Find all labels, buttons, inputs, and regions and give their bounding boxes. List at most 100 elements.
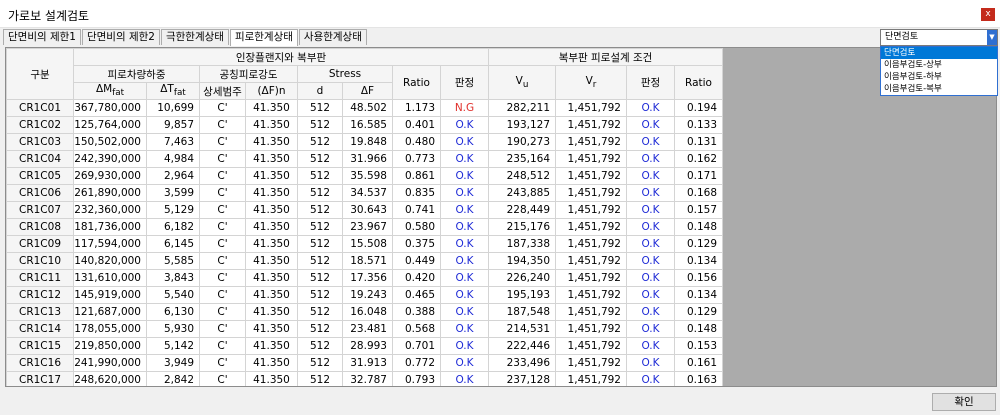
table-row[interactable]: CR1C09 117,594,000 6,145 C' 41.350 512 15.508 0… — [6, 235, 723, 253]
table-cell: 19.243 — [342, 286, 393, 304]
row-id-cell: CR1C17 — [6, 371, 74, 386]
table-cell: 5,129 — [146, 201, 200, 219]
table-cell: C' — [199, 320, 246, 338]
header-d: d — [297, 82, 343, 100]
table-cell: 233,496 — [488, 354, 556, 372]
dropdown-option[interactable]: 단면검토 — [881, 47, 997, 59]
table-cell: 48.502 — [342, 99, 393, 117]
table-cell: 16.048 — [342, 303, 393, 321]
table-row[interactable]: CR1C02 125,764,000 9,857 C' 41.350 512 16.585 0… — [6, 116, 723, 134]
table-cell: 1.173 — [392, 99, 441, 117]
table-cell: 1,451,792 — [555, 337, 627, 355]
dropdown-option[interactable]: 이음부검토-복부 — [881, 83, 997, 95]
table-cell: 140,820,000 — [73, 252, 147, 270]
table-cell: 1,451,792 — [555, 133, 627, 151]
table-cell: O.K — [440, 150, 489, 168]
table-cell: 7,463 — [146, 133, 200, 151]
close-button[interactable]: x — [981, 8, 995, 21]
fatigue-grid[interactable]: 구분 인장플랜지와 복부판 복부판 피로설계 조건 피로차량하중 공칭피로강도 … — [5, 47, 997, 387]
table-cell: 228,449 — [488, 201, 556, 219]
table-cell: 269,930,000 — [73, 167, 147, 185]
header-ratio: Ratio — [392, 65, 441, 100]
tab-service-limit[interactable]: 사용한계상태 — [298, 29, 367, 45]
table-cell: 41.350 — [245, 320, 298, 338]
table-cell: 125,764,000 — [73, 116, 147, 134]
table-cell: 41.350 — [245, 286, 298, 304]
header-delta-t: ΔTfat — [146, 82, 200, 100]
header-ratio-2: Ratio — [674, 65, 723, 100]
dropdown-option[interactable]: 이음부검토-상부 — [881, 59, 997, 71]
table-cell: 512 — [297, 269, 343, 287]
table-cell: O.K — [626, 269, 675, 287]
header-web-fatigue: 복부판 피로설계 조건 — [488, 48, 723, 66]
table-row[interactable]: CR1C11 131,610,000 3,843 C' 41.350 512 17.356 0… — [6, 269, 723, 287]
table-cell: O.K — [626, 201, 675, 219]
table-cell: 2,964 — [146, 167, 200, 185]
chevron-down-icon[interactable]: ▼ — [987, 30, 997, 45]
table-row[interactable]: CR1C08 181,736,000 6,182 C' 41.350 512 23.967 0… — [6, 218, 723, 236]
table-row[interactable]: CR1C04 242,390,000 4,984 C' 41.350 512 31.966 0… — [6, 150, 723, 168]
table-row[interactable]: CR1C15 219,850,000 5,142 C' 41.350 512 28.993 0… — [6, 337, 723, 355]
table-cell: 41.350 — [245, 371, 298, 386]
tab-section-ratio-2[interactable]: 단면비의 제한2 — [81, 29, 160, 45]
review-type-value: 단면검토 — [885, 32, 919, 42]
title-bar: 가로보 설계검토 x — [0, 0, 1000, 28]
table-cell: 0.163 — [674, 371, 723, 386]
table-cell: 150,502,000 — [73, 133, 147, 151]
header-delta-fn: (ΔF)n — [245, 82, 298, 100]
table-cell: O.K — [626, 320, 675, 338]
tab-fatigue-limit[interactable]: 피로한계상태 — [229, 29, 298, 46]
row-id-cell: CR1C14 — [6, 320, 74, 338]
table-cell: C' — [199, 286, 246, 304]
table-cell: O.K — [626, 286, 675, 304]
table-row[interactable]: CR1C12 145,919,000 5,540 C' 41.350 512 19.243 0… — [6, 286, 723, 304]
header-fatigue-load: 피로차량하중 — [73, 65, 200, 83]
table-cell: C' — [199, 99, 246, 117]
table-row[interactable]: CR1C10 140,820,000 5,585 C' 41.350 512 18.571 0… — [6, 252, 723, 270]
table-cell: C' — [199, 235, 246, 253]
row-id-cell: CR1C11 — [6, 269, 74, 287]
table-cell: O.K — [626, 303, 675, 321]
table-cell: C' — [199, 303, 246, 321]
table-row[interactable]: CR1C07 232,360,000 5,129 C' 41.350 512 30.643 0… — [6, 201, 723, 219]
header-vu: Vu — [488, 65, 556, 100]
table-row[interactable]: CR1C01 367,780,000 10,699 C' 41.350 512 48.502… — [6, 99, 723, 117]
table-cell: 1,451,792 — [555, 235, 627, 253]
table-cell: 512 — [297, 184, 343, 202]
table-cell: 0.741 — [392, 201, 441, 219]
table-cell: 16.585 — [342, 116, 393, 134]
table-cell: C' — [199, 167, 246, 185]
table-row[interactable]: CR1C17 248,620,000 2,842 C' 41.350 512 32.787 0… — [6, 371, 723, 386]
table-cell: O.K — [440, 371, 489, 386]
table-row[interactable]: CR1C03 150,502,000 7,463 C' 41.350 512 19.848 0… — [6, 133, 723, 151]
table-row[interactable]: CR1C06 261,890,000 3,599 C' 41.350 512 34.537 0… — [6, 184, 723, 202]
table-cell: 6,182 — [146, 218, 200, 236]
table-cell: 512 — [297, 303, 343, 321]
table-row[interactable]: CR1C16 241,990,000 3,949 C' 41.350 512 31.913 0… — [6, 354, 723, 372]
table-cell: 193,127 — [488, 116, 556, 134]
table-cell: 5,930 — [146, 320, 200, 338]
table-cell: 512 — [297, 167, 343, 185]
table-cell: 19.848 — [342, 133, 393, 151]
table-cell: O.K — [440, 269, 489, 287]
table-cell: 1,451,792 — [555, 218, 627, 236]
table-cell: 1,451,792 — [555, 167, 627, 185]
tab-section-ratio-1[interactable]: 단면비의 제한1 — [3, 29, 81, 45]
table-cell: 9,857 — [146, 116, 200, 134]
confirm-button[interactable]: 확인 — [932, 393, 996, 411]
dropdown-option[interactable]: 이음부검토-하부 — [881, 71, 997, 83]
review-type-select[interactable]: 단면검토 ▼ — [880, 29, 998, 46]
table-cell: 0.168 — [674, 184, 723, 202]
table-cell: O.K — [440, 235, 489, 253]
table-cell: 41.350 — [245, 133, 298, 151]
tab-ultimate-limit[interactable]: 극한한계상태 — [160, 29, 229, 45]
table-row[interactable]: CR1C05 269,930,000 2,964 C' 41.350 512 35.598 0… — [6, 167, 723, 185]
table-cell: 0.171 — [674, 167, 723, 185]
table-cell: 41.350 — [245, 354, 298, 372]
table-row[interactable]: CR1C13 121,687,000 6,130 C' 41.350 512 16.048 0… — [6, 303, 723, 321]
row-id-cell: CR1C09 — [6, 235, 74, 253]
table-cell: 41.350 — [245, 150, 298, 168]
table-cell: 0.401 — [392, 116, 441, 134]
table-cell: O.K — [626, 337, 675, 355]
table-row[interactable]: CR1C14 178,055,000 5,930 C' 41.350 512 23.481 0… — [6, 320, 723, 338]
